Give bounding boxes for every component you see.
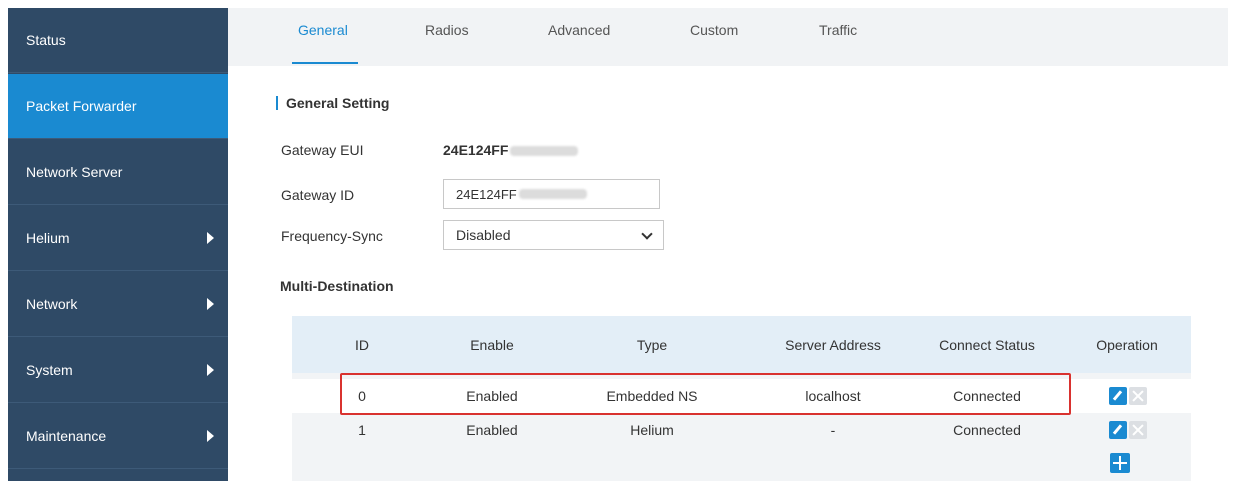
cell-server-address: localhost [805,388,861,404]
cell-enable: Enabled [466,422,518,438]
tab-radios[interactable]: Radios [425,22,469,38]
chevron-down-icon [641,228,653,240]
close-icon[interactable] [1129,387,1147,405]
chevron-right-icon [207,298,214,310]
frequency-sync-value: Disabled [456,227,511,243]
chevron-right-icon [207,430,214,442]
main-content: General Radios Advanced Custom Traffic G… [228,8,1228,481]
plus-icon[interactable] [1110,453,1130,473]
gateway-eui-value: 24E124FF [443,142,579,158]
sidebar-item-helium[interactable]: Helium [8,206,228,271]
sidebar-item-label: Network [26,296,78,312]
sidebar-item-network[interactable]: Network [8,272,228,337]
sidebar-item-label: Status [26,32,66,48]
cell-type: Helium [630,422,674,438]
sidebar-item-maintenance[interactable]: Maintenance [8,404,228,469]
active-tab-indicator [292,62,358,64]
close-icon[interactable] [1129,421,1147,439]
cell-type: Embedded NS [606,388,698,404]
tab-advanced[interactable]: Advanced [548,22,610,38]
sidebar-item-system[interactable]: System [8,338,228,403]
table-row: 0 Enabled Embedded NS localhost Connecte… [292,379,1191,413]
section-title: General Setting [276,96,389,110]
cell-connect-status: Connected [953,422,1021,438]
gateway-eui-label: Gateway EUI [281,142,364,158]
sidebar: Status Packet Forwarder Network Server H… [8,8,228,481]
cell-id: 0 [358,388,366,404]
tab-general[interactable]: General [298,22,348,38]
sidebar-item-network-server[interactable]: Network Server [8,140,228,205]
pencil-icon[interactable] [1109,421,1127,439]
tab-custom[interactable]: Custom [690,22,738,38]
table-row: 1 Enabled Helium - Connected [292,413,1191,447]
column-header-server-address: Server Address [785,337,881,353]
multi-destination-title: Multi-Destination [280,278,394,294]
gateway-id-field[interactable]: 24E124FF [443,179,660,209]
column-header-id: ID [355,337,369,353]
column-header-connect-status: Connect Status [939,337,1035,353]
chevron-right-icon [207,364,214,376]
sidebar-item-label: Helium [26,230,70,246]
column-header-enable: Enable [470,337,514,353]
gateway-id-label: Gateway ID [281,187,355,203]
column-header-type: Type [636,337,668,353]
sidebar-item-packet-forwarder[interactable]: Packet Forwarder [8,74,228,139]
redacted-blur [510,146,579,157]
multi-destination-table: ID Enable Type Server Address Connect St… [292,316,1191,481]
cell-id: 1 [358,422,366,438]
frequency-sync-select[interactable]: Disabled [443,220,664,250]
tab-traffic[interactable]: Traffic [819,22,857,38]
frequency-sync-label: Frequency-Sync [281,228,383,244]
gateway-eui-text: 24E124FF [443,142,509,158]
gateway-id-text: 24E124FF [456,186,517,202]
sidebar-item-label: Packet Forwarder [26,98,137,114]
cell-connect-status: Connected [953,388,1021,404]
pencil-icon[interactable] [1109,387,1127,405]
sidebar-item-label: System [26,362,73,378]
cell-enable: Enabled [466,388,518,404]
chevron-right-icon [207,232,214,244]
tab-bar: General Radios Advanced Custom Traffic [228,8,1228,66]
cell-server-address: - [830,422,836,438]
table-header: ID Enable Type Server Address Connect St… [292,316,1191,373]
redacted-blur [518,189,587,199]
sidebar-item-label: Maintenance [26,428,107,444]
column-header-operation: Operation [1096,337,1158,353]
sidebar-item-label: Network Server [26,164,123,180]
sidebar-item-status[interactable]: Status [8,8,228,73]
